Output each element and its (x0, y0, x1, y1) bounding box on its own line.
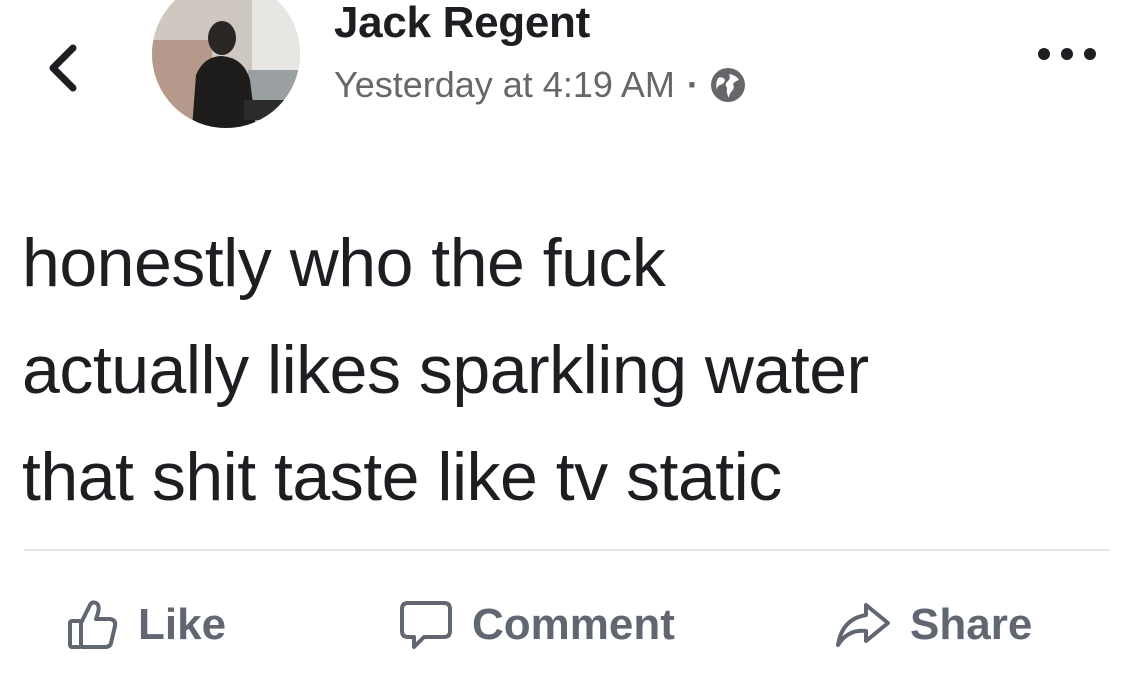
like-label: Like (138, 600, 227, 649)
thumbs-up-icon (66, 597, 120, 653)
author-name[interactable]: Jack Regent (334, 0, 590, 48)
meta-separator: · (686, 64, 699, 105)
post-text-line: actually likes sparkling water (22, 332, 869, 408)
back-button[interactable] (38, 38, 88, 98)
comment-icon (398, 597, 454, 653)
post-text: honestly who the fuck actually likes spa… (22, 210, 1102, 531)
like-button[interactable]: Like (66, 575, 226, 675)
post-header: Jack Regent Yesterday at 4:19 AM · (0, 0, 1125, 150)
post-text-line: honestly who the fuck (22, 225, 666, 301)
post-actions-bar: Like Comment Share (0, 575, 1125, 685)
actions-divider (24, 549, 1110, 551)
post-timestamp[interactable]: Yesterday at 4:19 AM (334, 64, 675, 106)
share-arrow-icon (834, 599, 892, 651)
chevron-left-icon (49, 44, 77, 92)
globe-icon (709, 66, 747, 104)
avatar-photo (152, 0, 300, 128)
share-label: Share (910, 600, 1033, 649)
avatar[interactable] (152, 0, 300, 128)
post-meta: Yesterday at 4:19 AM · (334, 64, 747, 106)
more-options-icon (1038, 48, 1096, 60)
post-text-line: that shit taste like tv static (22, 439, 782, 515)
more-options-button[interactable] (1032, 36, 1102, 72)
share-button[interactable]: Share (834, 575, 1032, 675)
comment-label: Comment (472, 600, 675, 649)
comment-button[interactable]: Comment (398, 575, 675, 675)
